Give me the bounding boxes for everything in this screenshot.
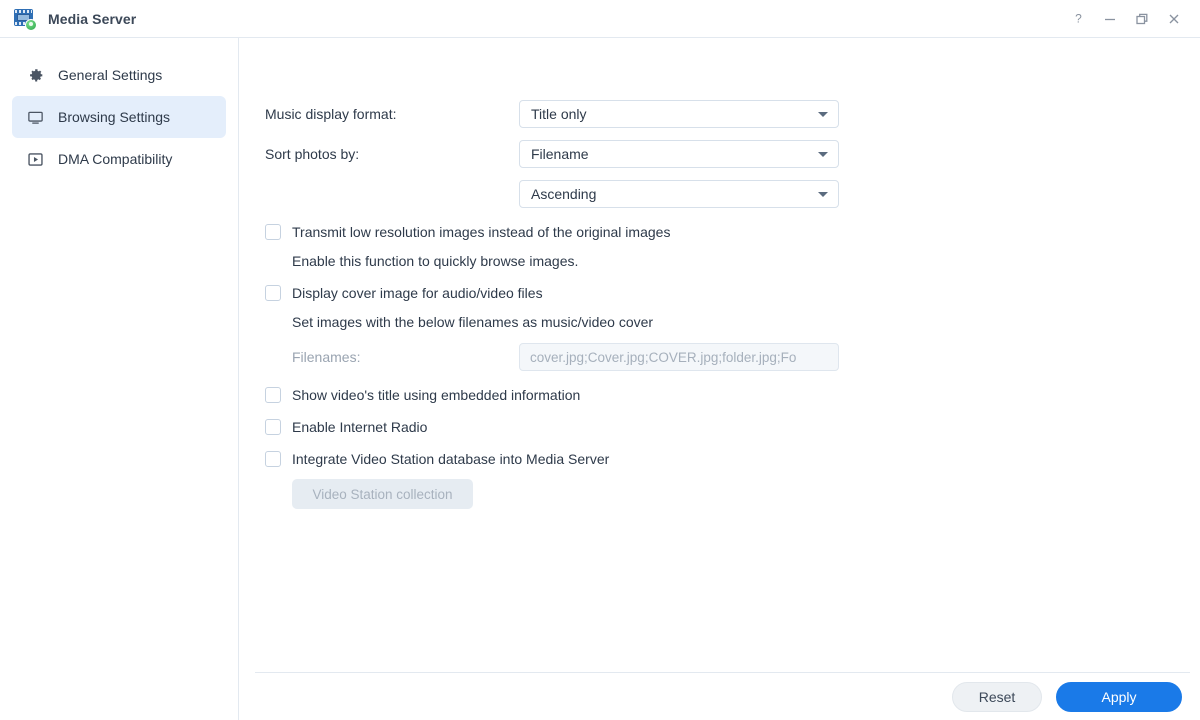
- media-server-icon: [14, 8, 37, 31]
- sort-photos-by-select[interactable]: Filename: [519, 140, 839, 168]
- sidebar-item-label: DMA Compatibility: [58, 151, 173, 167]
- display-cover-image-label: Display cover image for audio/video file…: [292, 285, 543, 301]
- filenames-label: Filenames:: [292, 349, 361, 365]
- integrate-video-station-checkbox[interactable]: [265, 451, 281, 467]
- display-cover-image-row[interactable]: Display cover image for audio/video file…: [265, 285, 1200, 301]
- sort-order-select[interactable]: Ascending: [519, 180, 839, 208]
- music-display-format-label: Music display format:: [265, 106, 397, 122]
- close-icon[interactable]: [1158, 4, 1190, 34]
- monitor-icon: [25, 107, 45, 127]
- restore-icon[interactable]: [1126, 4, 1158, 34]
- enable-internet-radio-row[interactable]: Enable Internet Radio: [265, 419, 1200, 435]
- show-video-title-row[interactable]: Show video's title using embedded inform…: [265, 387, 1200, 403]
- filenames-input[interactable]: cover.jpg;Cover.jpg;COVER.jpg;folder.jpg…: [519, 343, 839, 371]
- gear-icon: [25, 65, 45, 85]
- window-controls: ?: [1062, 4, 1190, 34]
- show-video-title-label: Show video's title using embedded inform…: [292, 387, 581, 403]
- sort-photos-by-value: Filename: [531, 146, 589, 162]
- transmit-low-res-note: Enable this function to quickly browse i…: [292, 253, 579, 269]
- integrate-video-station-row[interactable]: Integrate Video Station database into Me…: [265, 451, 1200, 467]
- reset-button[interactable]: Reset: [952, 681, 1042, 712]
- sidebar: General Settings Browsing Settings DMA C…: [0, 38, 239, 720]
- minimize-icon[interactable]: [1094, 4, 1126, 34]
- apply-button[interactable]: Apply: [1056, 681, 1182, 712]
- enable-internet-radio-label: Enable Internet Radio: [292, 419, 428, 435]
- music-display-format-value: Title only: [531, 106, 587, 122]
- content-panel: Music display format: Title only Sort ph…: [239, 38, 1200, 720]
- enable-internet-radio-checkbox[interactable]: [265, 419, 281, 435]
- sidebar-item-browsing-settings[interactable]: Browsing Settings: [12, 96, 226, 138]
- video-station-collection-button[interactable]: Video Station collection: [292, 479, 473, 509]
- window-body: General Settings Browsing Settings DMA C…: [0, 38, 1200, 720]
- sidebar-item-dma-compatibility[interactable]: DMA Compatibility: [12, 138, 226, 180]
- footer-actions: Reset Apply: [255, 672, 1190, 720]
- show-video-title-checkbox[interactable]: [265, 387, 281, 403]
- integrate-video-station-label: Integrate Video Station database into Me…: [292, 451, 610, 467]
- display-cover-image-checkbox[interactable]: [265, 285, 281, 301]
- sort-photos-by-row: Sort photos by: Filename: [265, 140, 1200, 168]
- music-display-format-select[interactable]: Title only: [519, 100, 839, 128]
- browsing-settings-form: Music display format: Title only Sort ph…: [239, 38, 1200, 672]
- filenames-row: Filenames: cover.jpg;Cover.jpg;COVER.jpg…: [292, 343, 1200, 371]
- sidebar-item-general-settings[interactable]: General Settings: [12, 54, 226, 96]
- sort-order-value: Ascending: [531, 186, 597, 202]
- transmit-low-res-checkbox[interactable]: [265, 224, 281, 240]
- help-icon[interactable]: ?: [1062, 4, 1094, 34]
- sort-order-row: Ascending: [265, 180, 1200, 208]
- chevron-down-icon: [818, 152, 828, 157]
- window-title: Media Server: [48, 10, 137, 27]
- sort-photos-by-label: Sort photos by:: [265, 146, 360, 162]
- sidebar-item-label: Browsing Settings: [58, 109, 171, 125]
- transmit-low-res-label: Transmit low resolution images instead o…: [292, 224, 671, 240]
- music-display-format-row: Music display format: Title only: [265, 100, 1200, 128]
- transmit-low-res-row[interactable]: Transmit low resolution images instead o…: [265, 224, 1200, 240]
- play-box-icon: [25, 149, 45, 169]
- media-server-window: Media Server ? General Settings Browsing…: [0, 0, 1200, 720]
- chevron-down-icon: [818, 112, 828, 117]
- chevron-down-icon: [818, 192, 828, 197]
- display-cover-image-note: Set images with the below filenames as m…: [292, 314, 654, 330]
- sidebar-item-label: General Settings: [58, 67, 163, 83]
- svg-text:?: ?: [1075, 12, 1082, 25]
- title-bar: Media Server ?: [0, 0, 1200, 38]
